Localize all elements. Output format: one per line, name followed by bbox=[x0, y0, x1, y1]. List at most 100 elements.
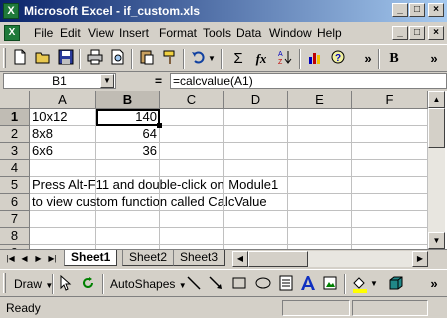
fill-color-dropdown-icon[interactable]: ▼ bbox=[369, 275, 379, 293]
bold-icon[interactable]: B bbox=[384, 49, 404, 69]
excel-app-icon[interactable]: X bbox=[3, 3, 19, 19]
cell-c1[interactable] bbox=[160, 109, 224, 126]
cell-b7[interactable] bbox=[96, 211, 160, 228]
cell-b2[interactable]: 64 bbox=[96, 126, 160, 143]
row-header-5[interactable]: 5 bbox=[0, 177, 30, 194]
column-header-a[interactable]: A bbox=[30, 91, 96, 109]
column-header-d[interactable]: D bbox=[224, 91, 288, 109]
print-preview-icon[interactable] bbox=[108, 49, 128, 69]
cell-f3[interactable] bbox=[352, 143, 428, 160]
menu-format[interactable]: Format bbox=[159, 26, 197, 40]
cell-d6[interactable] bbox=[224, 194, 288, 211]
cell-d7[interactable] bbox=[224, 211, 288, 228]
paste-icon[interactable] bbox=[137, 49, 157, 69]
line-icon[interactable] bbox=[184, 275, 204, 293]
cell-f5[interactable] bbox=[352, 177, 428, 194]
cell-d2[interactable] bbox=[224, 126, 288, 143]
scroll-left-icon[interactable]: ◀ bbox=[232, 251, 248, 267]
column-header-b[interactable]: B bbox=[96, 91, 160, 109]
scroll-right-icon[interactable]: ▶ bbox=[412, 251, 428, 267]
doc-close-button[interactable]: × bbox=[428, 26, 444, 40]
row-header-3[interactable]: 3 bbox=[0, 143, 30, 160]
cell-c2[interactable] bbox=[160, 126, 224, 143]
row-header-7[interactable]: 7 bbox=[0, 211, 30, 228]
menu-edit[interactable]: Edit bbox=[60, 26, 81, 40]
tab-sheet2[interactable]: Sheet2 bbox=[122, 250, 175, 266]
cell-f4[interactable] bbox=[352, 160, 428, 177]
tab-sheet3[interactable]: Sheet3 bbox=[173, 250, 226, 266]
cell-f1[interactable] bbox=[352, 109, 428, 126]
undo-icon[interactable] bbox=[189, 49, 209, 69]
open-icon[interactable] bbox=[33, 49, 53, 69]
first-sheet-icon[interactable]: |◀ bbox=[4, 252, 17, 265]
cell-b3[interactable]: 36 bbox=[96, 143, 160, 160]
row-header-8[interactable]: 8 bbox=[0, 228, 30, 245]
menu-help[interactable]: Help bbox=[317, 26, 342, 40]
select-all-button[interactable] bbox=[0, 91, 30, 109]
oval-icon[interactable] bbox=[253, 275, 273, 293]
format-painter-icon[interactable] bbox=[160, 49, 180, 69]
autoshapes-menu-button[interactable]: AutoShapes ▼ bbox=[110, 275, 187, 295]
prev-sheet-icon[interactable]: ◀ bbox=[18, 252, 31, 265]
toolbar-grip[interactable] bbox=[3, 273, 6, 293]
clip-art-icon[interactable] bbox=[320, 275, 340, 293]
cell-d8[interactable] bbox=[224, 228, 288, 245]
tab-sheet1[interactable]: Sheet1 bbox=[64, 250, 118, 266]
cell-b4[interactable] bbox=[96, 160, 160, 177]
minimize-button[interactable]: _ bbox=[392, 3, 408, 17]
new-icon[interactable] bbox=[10, 49, 30, 69]
cell-e1[interactable] bbox=[288, 109, 352, 126]
cell-c7[interactable] bbox=[160, 211, 224, 228]
menu-tools[interactable]: Tools bbox=[203, 26, 231, 40]
name-box-dropdown-icon[interactable]: ▼ bbox=[100, 74, 114, 88]
cell-e6[interactable] bbox=[288, 194, 352, 211]
menu-insert[interactable]: Insert bbox=[119, 26, 149, 40]
cell-d1[interactable] bbox=[224, 109, 288, 126]
row-header-2[interactable]: 2 bbox=[0, 126, 30, 143]
more-icon-2[interactable]: » bbox=[424, 49, 444, 69]
horizontal-scroll-thumb[interactable] bbox=[248, 251, 308, 267]
cell-a8[interactable] bbox=[30, 228, 96, 245]
vertical-scrollbar[interactable]: ▲ ▼ bbox=[428, 91, 445, 249]
maximize-button[interactable]: □ bbox=[409, 3, 425, 17]
chart-wizard-icon[interactable] bbox=[305, 49, 325, 69]
cell-a2[interactable]: 8x8 bbox=[30, 126, 96, 143]
cell-b6[interactable] bbox=[96, 194, 160, 211]
cell-e4[interactable] bbox=[288, 160, 352, 177]
print-icon[interactable] bbox=[85, 49, 105, 69]
cell-f6[interactable] bbox=[352, 194, 428, 211]
free-rotate-icon[interactable] bbox=[78, 275, 98, 293]
text-box-icon[interactable] bbox=[276, 275, 296, 293]
cell-e8[interactable] bbox=[288, 228, 352, 245]
cell-f7[interactable] bbox=[352, 211, 428, 228]
help-icon[interactable]: ? bbox=[328, 49, 348, 69]
more-icon[interactable]: » bbox=[424, 275, 444, 293]
row-header-1[interactable]: 1 bbox=[0, 109, 30, 126]
undo-dropdown-icon[interactable]: ▼ bbox=[207, 49, 217, 69]
cell-a4[interactable] bbox=[30, 160, 96, 177]
function-icon[interactable]: fx bbox=[251, 49, 271, 69]
select-objects-icon[interactable] bbox=[56, 274, 76, 293]
menu-data[interactable]: Data bbox=[236, 26, 261, 40]
draw-menu-button[interactable]: Draw ▼ bbox=[14, 275, 53, 295]
cell-a3[interactable]: 6x6 bbox=[30, 143, 96, 160]
cell-f2[interactable] bbox=[352, 126, 428, 143]
cell-c8[interactable] bbox=[160, 228, 224, 245]
column-header-c[interactable]: C bbox=[160, 91, 224, 109]
cell-a7[interactable] bbox=[30, 211, 96, 228]
vertical-scroll-thumb[interactable] bbox=[428, 108, 445, 148]
doc-restore-button[interactable]: □ bbox=[409, 26, 425, 40]
cell-d4[interactable] bbox=[224, 160, 288, 177]
column-header-f[interactable]: F bbox=[352, 91, 428, 109]
cell-d3[interactable] bbox=[224, 143, 288, 160]
document-icon[interactable]: X bbox=[4, 25, 20, 41]
cell-b8[interactable] bbox=[96, 228, 160, 245]
cell-c5[interactable] bbox=[160, 177, 224, 194]
cell-a1[interactable]: 10x12 bbox=[30, 109, 96, 126]
save-icon[interactable] bbox=[56, 49, 76, 69]
next-sheet-icon[interactable]: ▶ bbox=[32, 252, 45, 265]
sort-icon[interactable]: AZ bbox=[275, 49, 295, 69]
toolbar-grip[interactable] bbox=[3, 48, 6, 68]
row-header-4[interactable]: 4 bbox=[0, 160, 30, 177]
cell-c3[interactable] bbox=[160, 143, 224, 160]
